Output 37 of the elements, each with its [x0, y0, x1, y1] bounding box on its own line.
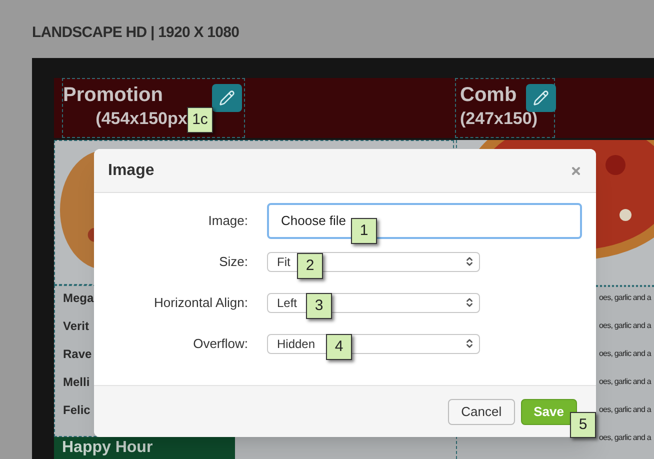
- callout-badge: 5: [570, 412, 596, 438]
- pencil-icon: [533, 90, 549, 106]
- menu-item-description: oes, garlic and a: [599, 320, 651, 332]
- menu-item-name: Melli: [63, 374, 90, 391]
- dropdown-icon: [464, 297, 475, 308]
- section-title: Happy Hour: [62, 438, 153, 458]
- page-title: LANDSCAPE HD | 1920 X 1080: [32, 22, 240, 43]
- callout-badge: 1: [351, 218, 377, 244]
- edit-button[interactable]: [526, 84, 556, 112]
- section-title: Comb: [460, 83, 517, 107]
- menu-item-description: oes, garlic and a: [599, 376, 651, 388]
- menu-item-description: oes, garlic and a: [599, 348, 651, 360]
- callout-badge: 2: [297, 253, 323, 279]
- section-size: (454x150px: [96, 108, 188, 130]
- section-title: Promotion: [63, 83, 163, 107]
- edit-button[interactable]: [212, 84, 242, 112]
- menu-item-description: oes, garlic and a: [599, 404, 651, 416]
- section-size: (247x150): [460, 108, 539, 130]
- menu-item-name: Verit: [63, 318, 90, 335]
- menu-item-description: oes, garlic and a: [599, 292, 651, 304]
- field-label: Size:: [218, 252, 248, 271]
- menu-item-name: Mega: [63, 290, 94, 307]
- callout-badge: 4: [326, 334, 352, 360]
- menu-item-name: Rave: [63, 346, 92, 363]
- callout-badge: 3: [306, 293, 332, 319]
- dropdown-icon: [464, 338, 475, 349]
- dialog-title: Image: [108, 160, 154, 180]
- dropdown-icon: [464, 256, 475, 267]
- field-label: Overflow:: [192, 334, 248, 353]
- menu-item-name: Felic: [63, 402, 90, 419]
- callout-badge: 1c: [187, 107, 213, 133]
- field-label: Horizontal Align:: [153, 294, 248, 312]
- cancel-button[interactable]: Cancel: [448, 398, 515, 424]
- field-label: Image:: [207, 212, 248, 230]
- menu-item-description: oes, garlic and a: [599, 432, 651, 444]
- close-button[interactable]: [570, 164, 582, 176]
- pencil-icon: [219, 90, 235, 106]
